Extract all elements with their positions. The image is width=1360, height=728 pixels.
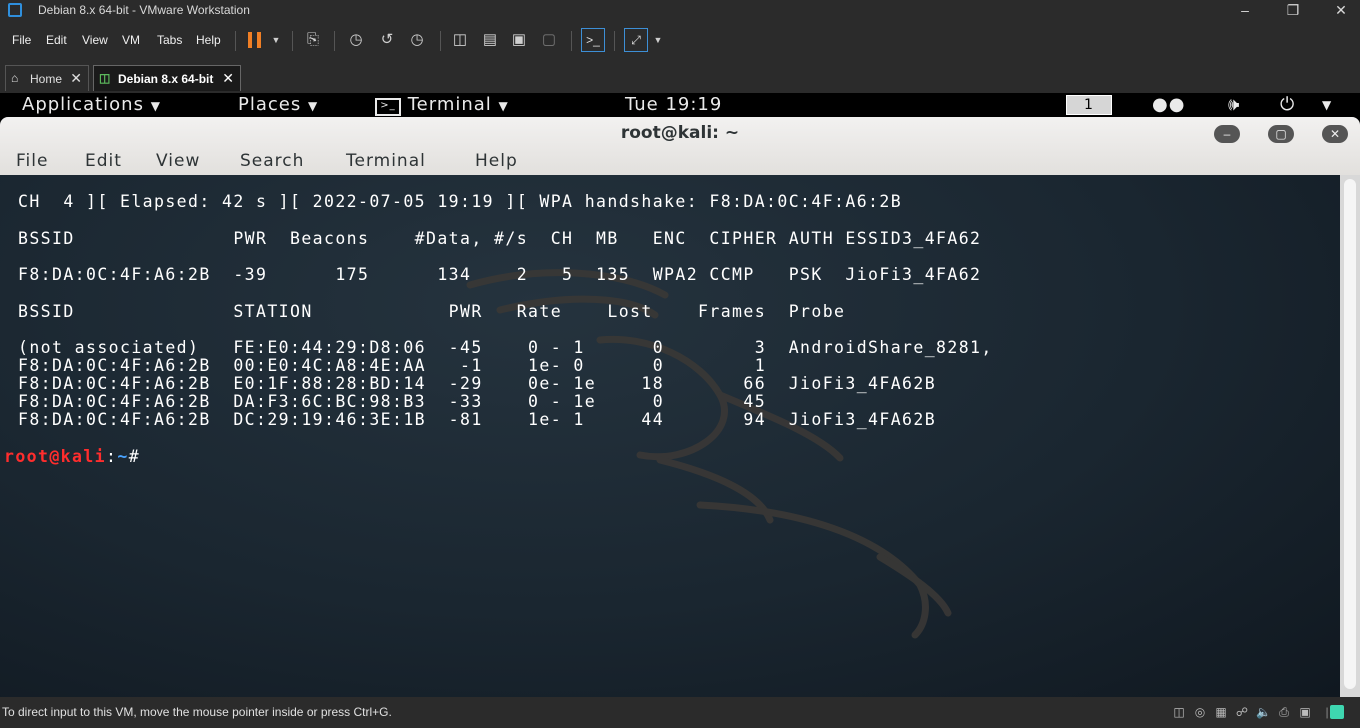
vmware-app-icon [8,3,22,17]
close-icon[interactable]: ✕ [1322,125,1348,143]
tab-debian[interactable]: ◫ Debian 8.x 64-bit ✕ [93,65,241,91]
terminal-line: F8:DA:0C:4F:A6:2B -39 175 134 2 5 135 WP… [18,265,982,284]
gnome-top-bar: Applications ▼ Places ▼ >_ Terminal ▼ Tu… [0,93,1360,117]
stretch-guest-icon[interactable]: ⤢ [624,28,648,52]
toolbar-divider [334,31,335,51]
menu-vm[interactable]: VM [122,33,140,47]
sound-icon[interactable]: 🔈 [1256,705,1271,719]
power-icon[interactable]: ⏻ [1280,94,1295,115]
display-icon[interactable]: ▣ [1298,705,1312,719]
terminal-title: root@kali: ~ [620,123,740,143]
terminal-app-menu[interactable]: >_ Terminal ▼ [375,94,509,116]
console-view-icon[interactable]: >_ [581,28,605,52]
chevron-down-icon: ▼ [150,99,161,113]
toolbar-divider [235,31,236,51]
toolbar-divider [292,31,293,51]
toolbar-divider [440,31,441,51]
terminal-menu-view[interactable]: View [156,151,200,171]
status-message: To direct input to this VM, move the mou… [2,705,392,719]
terminal-line: (not associated) FE:E0:44:29:D8:06 -45 0… [18,338,993,357]
menu-help[interactable]: Help [196,33,221,47]
thumbnail-bar-icon[interactable]: ▤ [480,31,500,49]
applications-menu[interactable]: Applications ▼ [22,94,161,115]
menu-view[interactable]: View [82,33,108,47]
show-library-icon[interactable]: ◫ [450,31,470,49]
shell-prompt: root@kali:~# [4,448,140,466]
menu-tabs[interactable]: Tabs [157,33,182,47]
message-log-icon[interactable] [1330,705,1344,719]
terminal-label: Terminal [407,94,492,115]
workspace-indicator[interactable]: 1 [1066,95,1112,115]
tab-home[interactable]: ⌂ Home ✕ [5,65,89,91]
chevron-down-icon: ▼ [498,99,509,113]
terminal-output[interactable]: CH 4 ][ Elapsed: 42 s ][ 2022-07-05 19:1… [0,175,1340,697]
full-screen-icon[interactable]: ▣ [509,31,529,49]
close-icon[interactable]: ✕ [222,70,234,87]
people-icon[interactable]: ●● [1152,94,1185,115]
snapshot-manager-icon[interactable]: ◷ [407,31,427,49]
terminal-menu-file[interactable]: File [16,151,48,171]
vmware-titlebar: Debian 8.x 64-bit - VMware Workstation –… [0,0,1360,22]
menu-edit[interactable]: Edit [46,33,67,47]
revert-snapshot-icon[interactable]: ↺ [377,31,397,49]
network-icon[interactable]: ▦ [1214,705,1228,719]
places-menu[interactable]: Places ▼ [238,94,318,115]
vmware-menubar: File Edit View VM Tabs Help ▼ ⎘ ◷ ↺ ◷ ◫ … [0,22,1360,59]
printer-icon[interactable]: ⎙ [1277,705,1291,719]
terminal-menu-search[interactable]: Search [240,151,304,171]
minimize-icon[interactable]: – [1222,0,1268,22]
places-label: Places [238,94,302,115]
chevron-down-icon[interactable]: ▼ [648,31,668,49]
terminal-line: BSSID STATION PWR Rate Lost Frames Probe [18,302,846,321]
prompt-separator: : [106,447,118,466]
terminal-menu-help[interactable]: Help [475,151,518,171]
close-icon[interactable]: ✕ [70,70,82,87]
usb-icon[interactable]: ☍ [1235,705,1249,719]
terminal-icon: >_ [375,98,401,116]
chevron-down-icon[interactable]: ▼ [1322,98,1332,112]
prompt-user: root@kali [4,447,107,466]
tab-label: Debian 8.x 64-bit [118,72,214,86]
vmware-status-bar: To direct input to this VM, move the mou… [0,697,1360,728]
window-title: Debian 8.x 64-bit - VMware Workstation [38,3,250,17]
applications-label: Applications [22,94,144,115]
tab-label: Home [30,72,63,86]
unity-icon[interactable]: ▢ [539,31,559,49]
chevron-down-icon: ▼ [307,99,319,113]
close-icon[interactable]: ✕ [1318,0,1360,22]
terminal-line: F8:DA:0C:4F:A6:2B DC:29:19:46:3E:1B -81 … [18,410,937,429]
terminal-line: F8:DA:0C:4F:A6:2B E0:1F:88:28:BD:14 -29 … [18,374,937,393]
minimize-icon[interactable]: – [1214,125,1240,143]
terminal-menu-edit[interactable]: Edit [85,151,122,171]
terminal-header: root@kali: ~ – ▢ ✕ File Edit View Search… [0,117,1360,175]
chevron-down-icon[interactable]: ▼ [266,31,286,49]
terminal-line: BSSID PWR Beacons #Data, #/s CH MB ENC C… [18,229,982,248]
vm-icon: ◫ [99,71,111,85]
hard-disk-icon[interactable]: ◫ [1172,705,1186,719]
prompt-path: ~ [117,447,129,466]
home-icon: ⌂ [11,71,19,85]
prompt-symbol: # [128,447,141,466]
terminal-window: root@kali: ~ – ▢ ✕ File Edit View Search… [0,117,1360,697]
terminal-scrollbar[interactable] [1340,175,1360,697]
vmware-tabbar: ⌂ Home ✕ ◫ Debian 8.x 64-bit ✕ [0,59,1360,93]
volume-icon[interactable]: 🕪 [1228,94,1240,115]
kali-dragon-watermark [466,269,952,639]
clock[interactable]: Tue 19:19 [625,94,722,115]
toolbar-divider [571,31,572,51]
restore-icon[interactable]: ❐ [1270,0,1316,22]
terminal-line: CH 4 ][ Elapsed: 42 s ][ 2022-07-05 19:1… [18,192,903,211]
send-ctrl-alt-del-icon[interactable]: ⎘ [303,31,323,49]
terminal-line: F8:DA:0C:4F:A6:2B DA:F3:6C:BC:98:B3 -33 … [18,392,767,411]
snapshot-icon[interactable]: ◷ [346,31,366,49]
pause-icon[interactable] [248,32,262,48]
toolbar-divider [614,31,615,51]
cd-dvd-icon[interactable]: ◎ [1193,705,1207,719]
terminal-menu-terminal[interactable]: Terminal [346,151,426,171]
maximize-icon[interactable]: ▢ [1268,125,1294,143]
menu-file[interactable]: File [12,33,31,47]
terminal-line: F8:DA:0C:4F:A6:2B 00:E0:4C:A8:4E:AA -1 1… [18,356,767,375]
scrollbar-thumb[interactable] [1344,179,1356,689]
